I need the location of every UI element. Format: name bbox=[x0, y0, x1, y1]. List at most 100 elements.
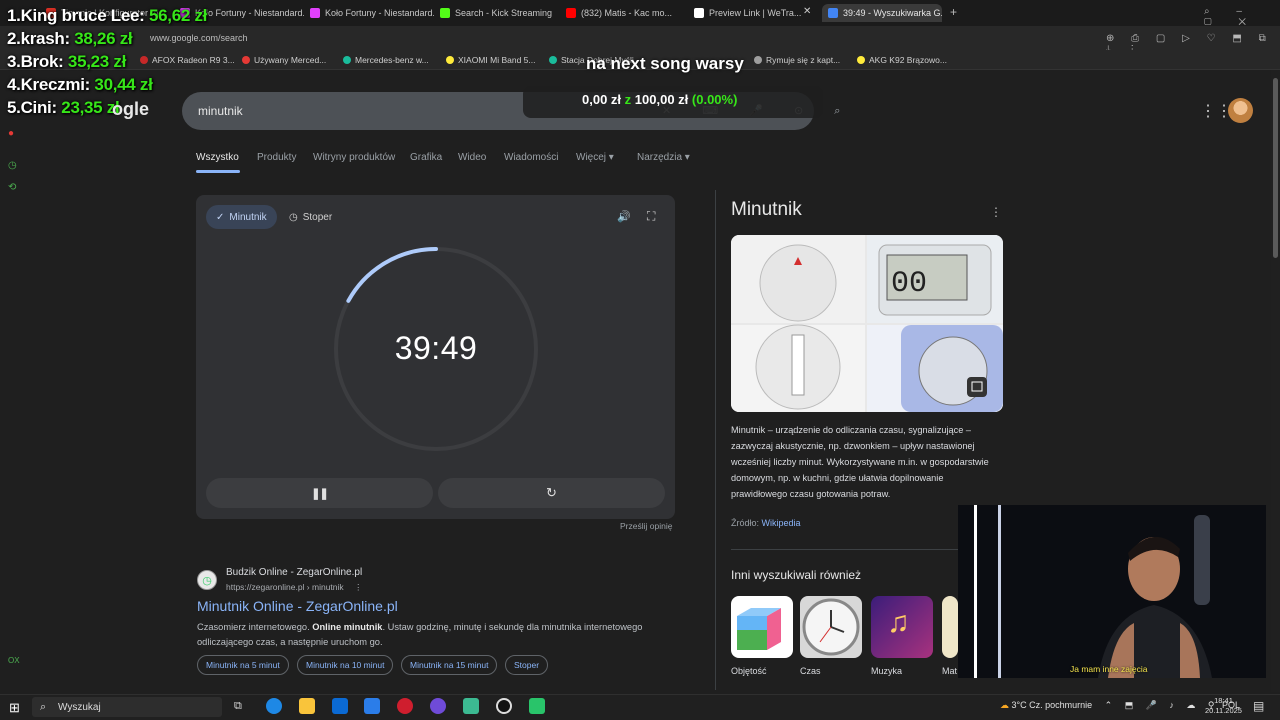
app-icon-6[interactable] bbox=[430, 698, 446, 714]
search-input[interactable]: minutnik bbox=[198, 104, 243, 118]
fullscreen-icon[interactable]: ⛶ bbox=[647, 209, 655, 224]
feedback-link[interactable]: Prześlij opinię bbox=[620, 521, 672, 531]
snippet-bold: Online minutnik bbox=[312, 622, 383, 632]
donation-goal-amount: 0,00 zł z 100,00 zł (0.00%) bbox=[582, 92, 737, 107]
task-view-icon[interactable]: ⧉ bbox=[234, 700, 242, 713]
clock-time: 18:41 bbox=[1214, 696, 1233, 705]
tab-6[interactable]: 39:49 - Wyszukiwarka G... bbox=[822, 4, 942, 22]
panel-divider bbox=[715, 190, 716, 690]
tab-stoper[interactable]: ◷ Stoper bbox=[289, 205, 332, 229]
leaderboard-name: 3.Brok: bbox=[7, 52, 64, 71]
leaderboard-amount: 23,35 zł bbox=[61, 98, 120, 117]
app-icon-8[interactable] bbox=[496, 698, 512, 714]
result-title-link[interactable]: Minutnik Online - ZegarOnline.pl bbox=[197, 598, 398, 614]
new-tab-button[interactable]: + bbox=[950, 5, 957, 19]
timer-ring-progress bbox=[346, 247, 438, 303]
bookmark-2[interactable]: Używany Merced... bbox=[242, 55, 326, 65]
check-icon: ✓ bbox=[216, 211, 225, 223]
tray-icons: ⌃ ⬒ 🎤 ♪ ☁ ⚲ bbox=[1104, 700, 1220, 710]
leaderboard-amount: 56,62 zł bbox=[148, 6, 208, 25]
bookmark-7[interactable]: AKG K92 Brązowo... bbox=[857, 55, 947, 65]
bookmark-icon bbox=[754, 56, 762, 64]
wikipedia-link[interactable]: Wikipedia bbox=[762, 518, 801, 528]
stopwatch-icon: ◷ bbox=[289, 211, 298, 223]
also-searched-volume[interactable] bbox=[731, 596, 793, 658]
search-tab-2[interactable]: Witryny produktów bbox=[313, 152, 395, 163]
also-searched-math[interactable] bbox=[942, 596, 958, 658]
url-field[interactable]: www.google.com/search bbox=[150, 33, 248, 43]
notification-icon[interactable]: ▤ bbox=[1253, 699, 1264, 713]
app-icon-4[interactable] bbox=[364, 698, 380, 714]
music-note-icon: ♫ bbox=[887, 606, 910, 639]
app-icon-9[interactable] bbox=[529, 698, 545, 714]
bookmark-1[interactable]: AFOX Radeon R9 3... bbox=[140, 55, 235, 65]
result-snippet: Czasomierz internetowego. Online minutni… bbox=[197, 620, 687, 650]
also-searched-label: Objętość bbox=[731, 666, 767, 676]
sound-icon[interactable]: 🔊 bbox=[617, 210, 631, 223]
avatar[interactable] bbox=[1228, 98, 1253, 123]
taskbar-search-label: Wyszukaj bbox=[58, 701, 101, 713]
store-icon[interactable] bbox=[332, 698, 348, 714]
result-chip[interactable]: Stoper bbox=[505, 655, 549, 675]
pause-icon: ❚❚ bbox=[311, 487, 328, 500]
tab-4[interactable]: (832) Matis - Kac mo... bbox=[566, 4, 684, 22]
also-searched-time[interactable] bbox=[800, 596, 862, 658]
bookmark-label: Używany Merced... bbox=[254, 55, 327, 65]
left-rail-icon-4[interactable]: OX bbox=[8, 656, 20, 665]
leaderboard-amount: 30,44 zł bbox=[94, 75, 153, 94]
tab-minutnik[interactable]: ✓ Minutnik bbox=[206, 205, 277, 229]
app-icon-7[interactable] bbox=[463, 698, 479, 714]
clock-date: 20.11.2025 bbox=[1205, 706, 1242, 715]
more-vert-icon[interactable]: ⋮ bbox=[990, 205, 1002, 219]
tab-5[interactable]: Preview Link | WeTra... bbox=[694, 4, 812, 22]
left-rail-icon-1[interactable]: ● bbox=[8, 128, 14, 139]
donation-sep: z bbox=[624, 92, 632, 107]
knowledge-panel-images[interactable]: 00 bbox=[731, 235, 1003, 412]
window-controls[interactable]: ⌕ – ▢ ✕ bbox=[1204, 6, 1280, 28]
tab-close-icon[interactable]: ✕ bbox=[803, 6, 811, 17]
leaderboard-amount: 35,23 zł bbox=[67, 52, 127, 71]
left-rail-icon-2[interactable]: ◷ bbox=[8, 160, 17, 171]
edge-icon[interactable] bbox=[266, 698, 282, 714]
search-tab-5[interactable]: Wiadomości bbox=[504, 152, 558, 163]
taskbar-clock[interactable]: 18:41 20.11.2025 bbox=[1205, 696, 1242, 716]
result-chip[interactable]: Minutnik na 5 minut bbox=[197, 655, 289, 675]
start-button[interactable]: ⊞ bbox=[9, 700, 20, 716]
result-url[interactable]: https://zegaronline.pl › minutnik ⋮ bbox=[226, 582, 363, 593]
search-tab-3[interactable]: Grafika bbox=[410, 152, 442, 163]
result-chip[interactable]: Minutnik na 15 minut bbox=[401, 655, 498, 675]
leaderboard-entry: 1.King bruce Lee: 56,62 zł bbox=[7, 6, 207, 26]
tab-stoper-label: Stoper bbox=[302, 211, 333, 223]
leaderboard-name: 1.King bruce Lee: bbox=[7, 6, 145, 25]
taskbar-search[interactable]: ⌕ Wyszukaj bbox=[32, 697, 222, 717]
bookmark-4[interactable]: XIAOMI Mi Band 5... bbox=[446, 55, 535, 65]
search-tab-7[interactable]: Narzędzia ▾ bbox=[637, 152, 690, 163]
more-options-icon[interactable]: ⋮ bbox=[354, 582, 363, 592]
active-tab-indicator bbox=[196, 170, 240, 173]
opera-icon[interactable] bbox=[397, 698, 413, 714]
snippet-pre: Czasomierz internetowego. bbox=[197, 622, 313, 632]
timer-display: 39:49 bbox=[394, 330, 478, 366]
tab-3[interactable]: Search - Kick Streaming bbox=[440, 4, 560, 22]
leaderboard-name: 4.Kreczmi: bbox=[7, 75, 90, 94]
tab-label: 39:49 - Wyszukiwarka G... bbox=[843, 8, 942, 18]
bookmark-3[interactable]: Mercedes-benz w... bbox=[343, 55, 429, 65]
scrollbar-thumb[interactable] bbox=[1273, 78, 1278, 258]
bookmark-icon bbox=[242, 56, 250, 64]
also-searched-music[interactable]: ♫ bbox=[871, 596, 933, 658]
result-chip[interactable]: Minutnik na 10 minut bbox=[297, 655, 394, 675]
result-site-name[interactable]: Budzik Online - ZegarOnline.pl bbox=[226, 567, 362, 578]
bookmark-6[interactable]: Rymuje się z kapt... bbox=[754, 55, 840, 65]
leaderboard-name: 5.Cini: bbox=[7, 98, 57, 117]
search-tab-1[interactable]: Produkty bbox=[257, 152, 296, 163]
tab-2[interactable]: Koło Fortuny - Niestandard... bbox=[310, 4, 434, 22]
explorer-icon[interactable] bbox=[299, 698, 315, 714]
search-tab-6[interactable]: Więcej ▾ bbox=[576, 152, 614, 163]
pause-button[interactable]: ❚❚ bbox=[206, 478, 433, 508]
left-rail-icon-3[interactable]: ⟲ bbox=[8, 182, 16, 193]
search-tab-0[interactable]: Wszystko bbox=[196, 152, 239, 163]
google-logo[interactable]: ogle bbox=[112, 99, 149, 120]
tab-label: (832) Matis - Kac mo... bbox=[581, 8, 673, 18]
reset-button[interactable]: ↻ bbox=[438, 478, 665, 508]
search-tab-4[interactable]: Wideo bbox=[458, 152, 486, 163]
